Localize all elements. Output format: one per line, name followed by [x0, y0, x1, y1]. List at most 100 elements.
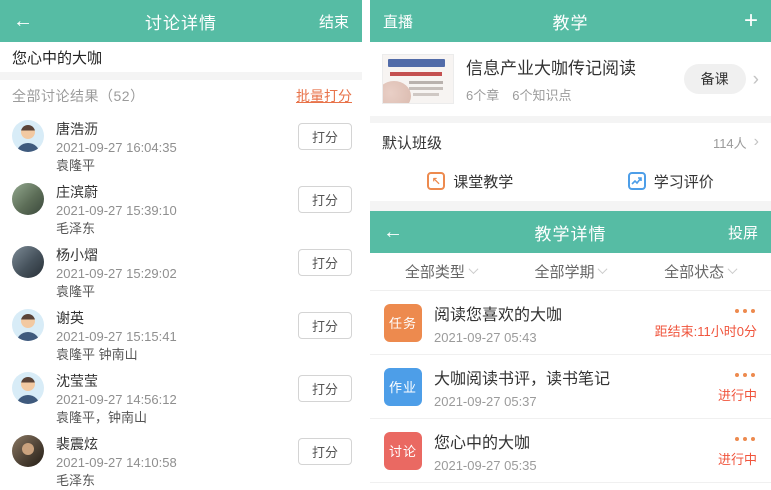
score-button[interactable]: 打分	[298, 438, 352, 465]
course-thumbnail	[382, 54, 454, 104]
thumbnail-text-line	[409, 81, 443, 84]
student-name: 谢英	[56, 309, 298, 328]
add-button[interactable]: +	[696, 9, 758, 33]
chevron-down-icon	[468, 264, 478, 274]
thumbnail-text-line	[409, 87, 443, 90]
default-class-row[interactable]: 默认班级 114人 ›	[370, 123, 771, 161]
back-button[interactable]: ←	[383, 222, 445, 242]
student-info: 庄滨蔚 2021-09-27 15:39:10 毛泽东	[56, 183, 298, 238]
avatar	[12, 246, 44, 278]
student-row: 裴震炫 2021-09-27 14:10:58 毛泽东 打分	[0, 427, 362, 490]
discussion-detail-screen: ← 讨论详情 结束 您心中的大咖 全部讨论结果（52） 批量打分 唐浩沥 202…	[0, 0, 362, 490]
course-meta: 6个章 6个知识点	[466, 85, 684, 104]
page-title: 教学详情	[445, 220, 696, 245]
student-info: 杨小熠 2021-09-27 15:29:02 袁隆平	[56, 246, 298, 301]
filter-type-dropdown[interactable]: 全部类型	[405, 261, 477, 282]
discussion-badge: 讨论	[384, 432, 422, 470]
plus-icon: +	[744, 7, 758, 34]
student-timestamp: 2021-09-27 15:29:02	[56, 265, 298, 283]
learning-evaluation-icon	[628, 172, 646, 190]
avatar	[12, 435, 44, 467]
filter-label: 全部类型	[405, 261, 465, 282]
score-button[interactable]: 打分	[298, 249, 352, 276]
section-divider	[370, 201, 771, 211]
avatar	[12, 309, 44, 341]
arrow-glyph: ↖	[432, 175, 441, 188]
activity-title: 阅读您喜欢的大咖	[434, 301, 655, 325]
student-name: 沈莹莹	[56, 372, 298, 391]
activity-status: 距结束:11小时0分	[655, 321, 757, 340]
teaching-detail-appbar: ← 教学详情 投屏	[370, 211, 771, 253]
student-answer: 袁隆平 钟南山	[56, 346, 298, 364]
activity-right: 进行中	[718, 370, 757, 404]
screenshot-stage: ← 讨论详情 结束 您心中的大咖 全部讨论结果（52） 批量打分 唐浩沥 202…	[0, 0, 771, 490]
score-button[interactable]: 打分	[298, 312, 352, 339]
discussion-appbar: ← 讨论详情 结束	[0, 0, 362, 42]
chevron-right-icon: ›	[753, 70, 759, 89]
learning-evaluation-label: 学习评价	[654, 171, 714, 192]
filter-semester-dropdown[interactable]: 全部学期	[534, 261, 606, 282]
homework-badge: 作业	[384, 368, 422, 406]
more-menu-icon[interactable]	[743, 437, 747, 441]
student-answer: 毛泽东	[56, 472, 298, 490]
page-title: 教学	[445, 9, 696, 34]
student-row: 沈莹莹 2021-09-27 14:56:12 袁隆平，钟南山 打分	[0, 364, 362, 427]
student-name: 裴震炫	[56, 435, 298, 454]
thumbnail-text-line	[413, 93, 439, 96]
task-badge: 任务	[384, 304, 422, 342]
filter-bar: 全部类型 全部学期 全部状态	[370, 253, 771, 291]
more-menu-icon[interactable]	[743, 309, 747, 313]
avatar	[12, 120, 44, 152]
student-info: 沈莹莹 2021-09-27 14:56:12 袁隆平，钟南山	[56, 372, 298, 427]
cast-screen-button[interactable]: 投屏	[696, 222, 758, 243]
activity-title: 大咖阅读书评，读书笔记	[434, 365, 718, 389]
score-button[interactable]: 打分	[298, 186, 352, 213]
student-answer: 毛泽东	[56, 220, 298, 238]
student-name: 唐浩沥	[56, 120, 298, 139]
learning-evaluation-button[interactable]: 学习评价	[571, 171, 771, 192]
discussion-topic-title: 您心中的大咖	[0, 42, 362, 72]
more-menu-icon[interactable]	[743, 373, 747, 377]
student-timestamp: 2021-09-27 14:56:12	[56, 391, 298, 409]
student-info: 唐浩沥 2021-09-27 16:04:35 袁隆平	[56, 120, 298, 175]
activity-timestamp: 2021-09-27 05:35	[434, 458, 718, 473]
trend-chart-glyph	[631, 175, 643, 187]
classroom-teaching-button[interactable]: ↖ 课堂教学	[370, 171, 571, 192]
panel-gutter	[362, 0, 370, 490]
thumbnail-figure	[382, 81, 411, 104]
student-info: 裴震炫 2021-09-27 14:10:58 毛泽东	[56, 435, 298, 490]
student-row: 杨小熠 2021-09-27 15:29:02 袁隆平 打分	[0, 238, 362, 301]
back-button[interactable]: ←	[13, 11, 75, 31]
batch-score-link[interactable]: 批量打分	[296, 86, 352, 106]
activity-info: 您心中的大咖 2021-09-27 05:35	[434, 429, 718, 473]
activity-row-discussion[interactable]: 讨论 您心中的大咖 2021-09-27 05:35 进行中	[370, 419, 771, 483]
results-header-row: 全部讨论结果（52） 批量打分	[0, 80, 362, 112]
class-name-label: 默认班级	[382, 132, 713, 153]
activity-row-task[interactable]: 任务 阅读您喜欢的大咖 2021-09-27 05:43 距结束:11小时0分	[370, 291, 771, 355]
activity-row-homework[interactable]: 作业 大咖阅读书评，读书笔记 2021-09-27 05:37 进行中	[370, 355, 771, 419]
filter-status-dropdown[interactable]: 全部状态	[664, 261, 736, 282]
student-info: 谢英 2021-09-27 15:15:41 袁隆平 钟南山	[56, 309, 298, 364]
quick-actions-row: ↖ 课堂教学 学习评价	[370, 161, 771, 201]
filter-label: 全部学期	[534, 261, 594, 282]
student-row: 谢英 2021-09-27 15:15:41 袁隆平 钟南山 打分	[0, 301, 362, 364]
live-button[interactable]: 直播	[383, 11, 445, 32]
thumbnail-title-line	[390, 72, 442, 76]
prepare-lesson-button[interactable]: 备课	[684, 64, 746, 94]
back-icon: ←	[13, 10, 33, 32]
course-title: 信息产业大咖传记阅读	[466, 54, 684, 79]
activity-info: 大咖阅读书评，读书笔记 2021-09-27 05:37	[434, 365, 718, 409]
student-timestamp: 2021-09-27 16:04:35	[56, 139, 298, 157]
score-button[interactable]: 打分	[298, 375, 352, 402]
course-card[interactable]: 信息产业大咖传记阅读 6个章 6个知识点 备课 ›	[370, 42, 771, 116]
back-icon: ←	[383, 221, 403, 243]
activity-status: 进行中	[718, 449, 757, 468]
classroom-teaching-label: 课堂教学	[453, 171, 513, 192]
chevron-right-icon: ›	[754, 134, 759, 150]
score-button[interactable]: 打分	[298, 123, 352, 150]
course-info: 信息产业大咖传记阅读 6个章 6个知识点	[466, 54, 684, 104]
student-timestamp: 2021-09-27 15:15:41	[56, 328, 298, 346]
end-discussion-button[interactable]: 结束	[287, 11, 349, 32]
activity-timestamp: 2021-09-27 05:43	[434, 330, 655, 345]
chevron-down-icon	[728, 264, 738, 274]
